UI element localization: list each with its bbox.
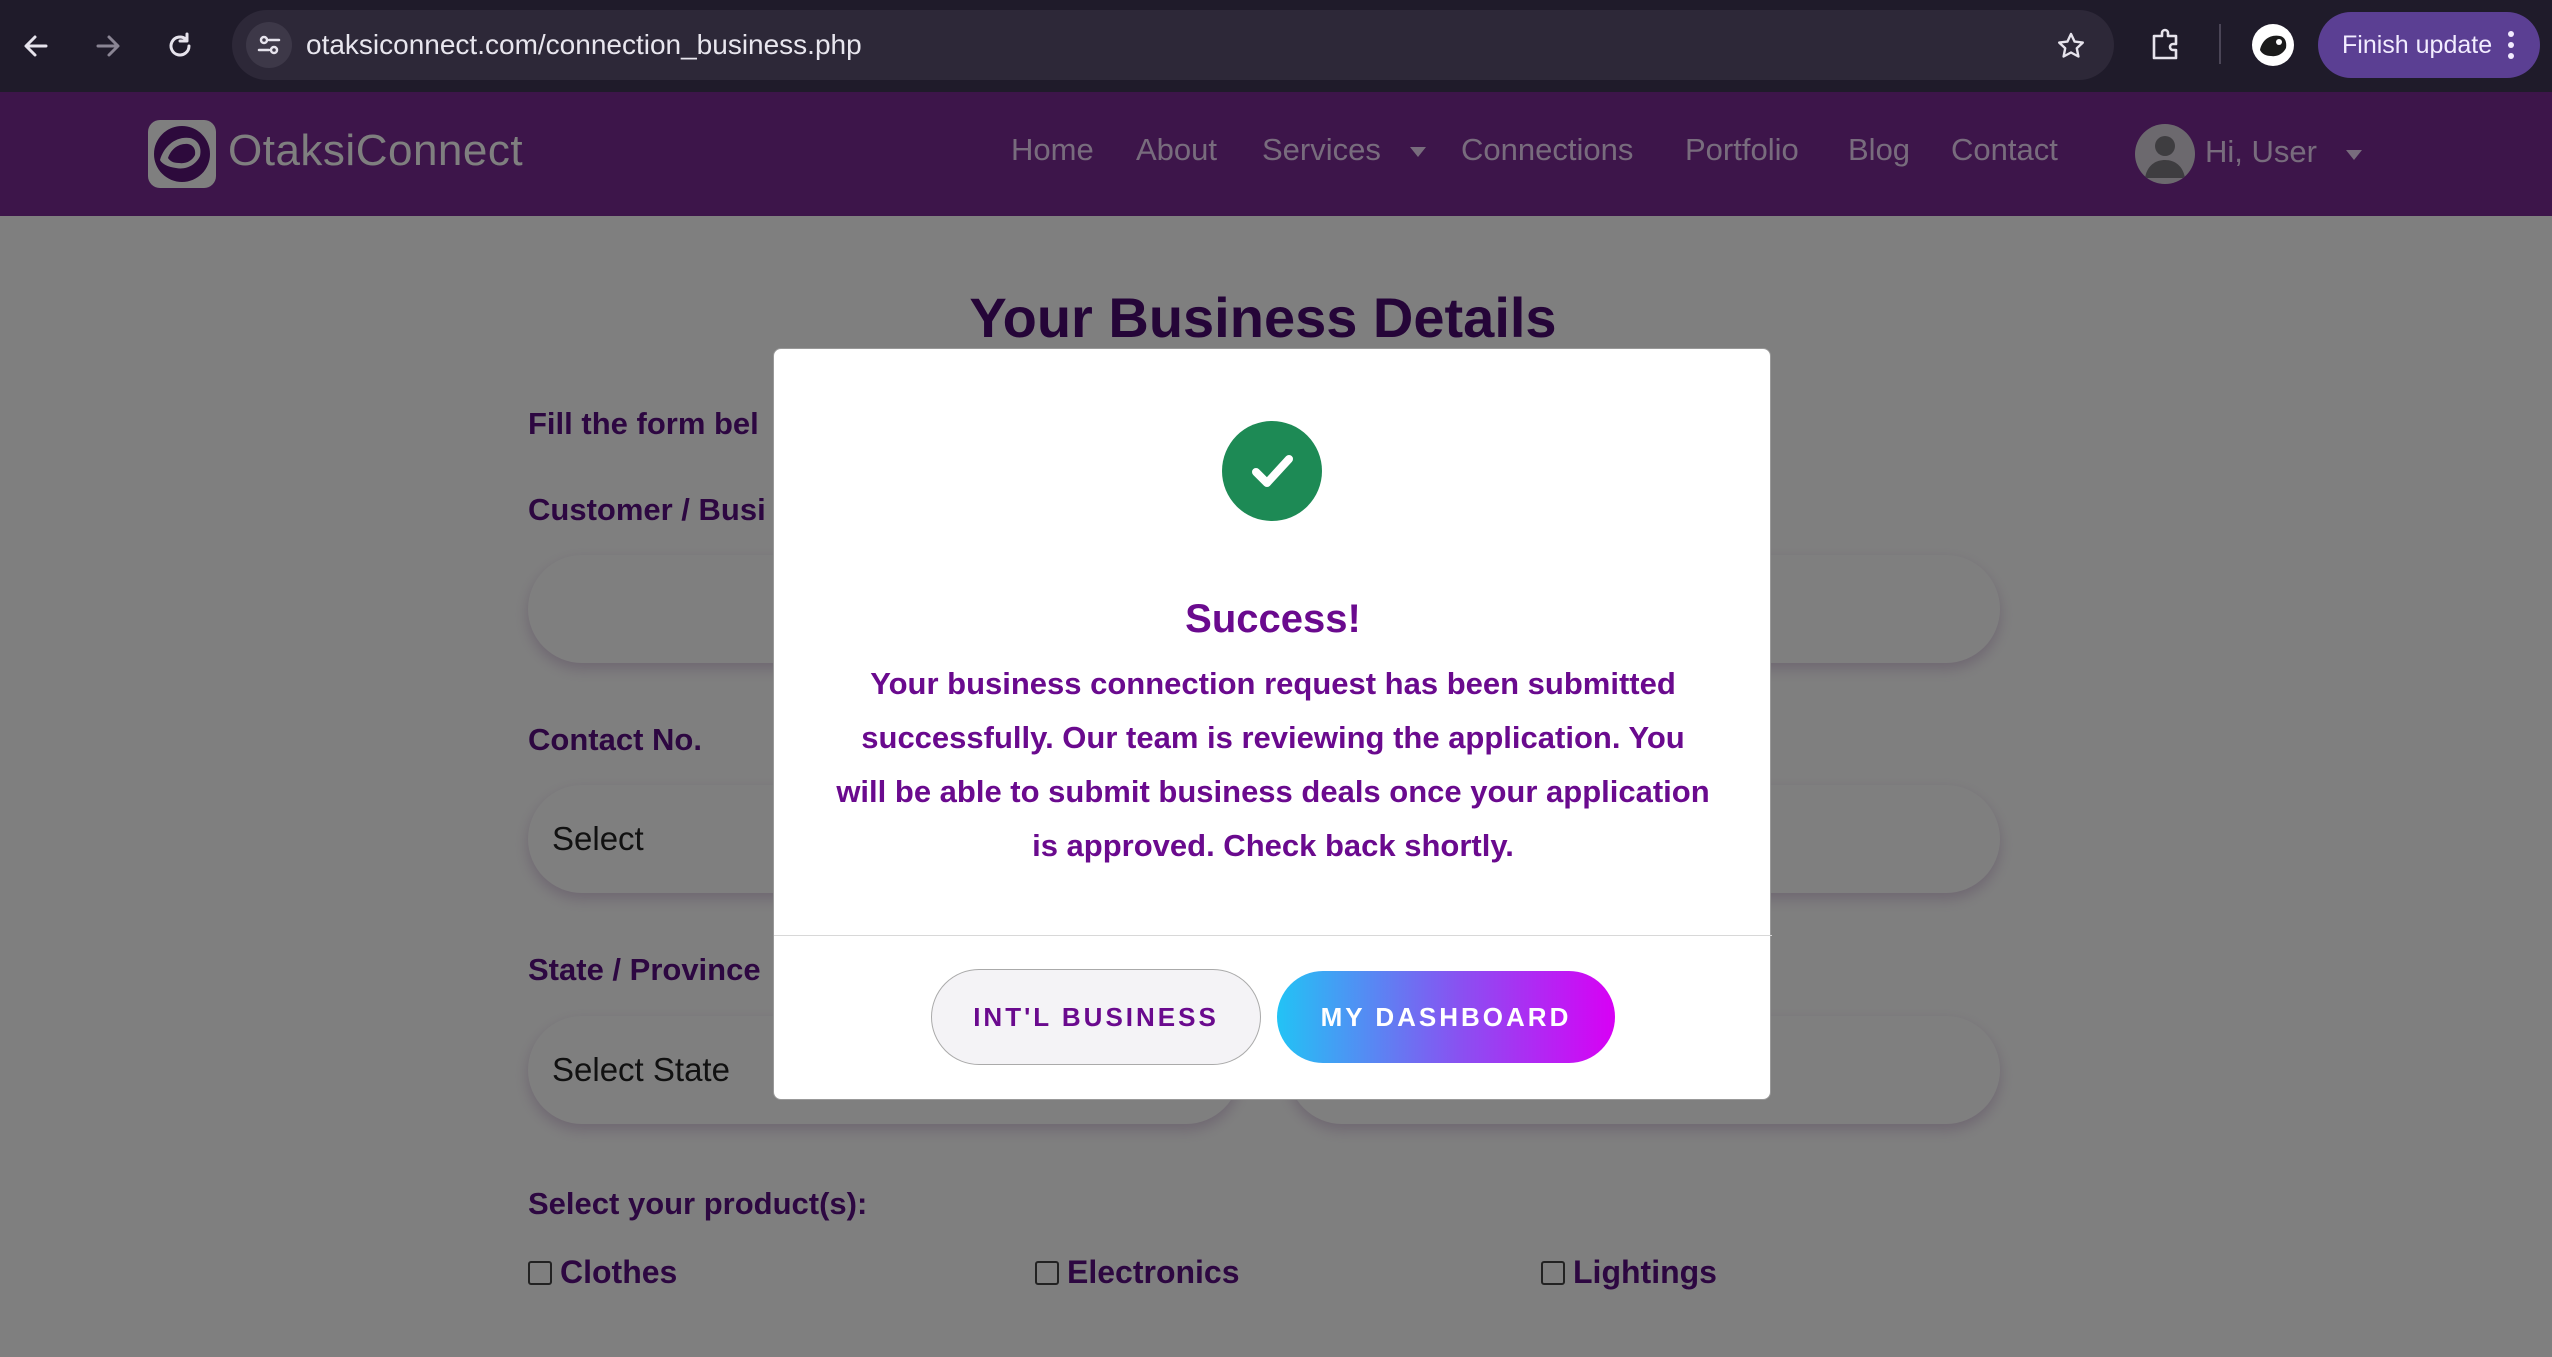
modal-message: Your business connection request has bee… bbox=[836, 666, 1710, 863]
site-info-icon[interactable] bbox=[246, 22, 292, 68]
profile-avatar-icon[interactable] bbox=[2252, 24, 2294, 66]
finish-update-label: Finish update bbox=[2342, 30, 2493, 59]
url-text[interactable]: otaksiconnect.com/connection_business.ph… bbox=[306, 10, 862, 80]
reload-icon[interactable] bbox=[156, 22, 204, 70]
success-modal: Success! Your business connection reques… bbox=[773, 348, 1772, 1100]
forward-icon[interactable] bbox=[84, 22, 132, 70]
modal-title: Success! bbox=[1185, 597, 1361, 641]
success-check-icon bbox=[1222, 421, 1322, 521]
my-dashboard-button[interactable]: MY DASHBOARD bbox=[1277, 971, 1615, 1063]
menu-dots-icon bbox=[2508, 31, 2514, 59]
finish-update-button[interactable]: Finish update bbox=[2318, 12, 2540, 78]
back-icon[interactable] bbox=[12, 22, 60, 70]
browser-toolbar: otaksiconnect.com/connection_business.ph… bbox=[0, 0, 2552, 92]
address-bar[interactable]: otaksiconnect.com/connection_business.ph… bbox=[232, 10, 2114, 80]
toolbar-divider bbox=[2219, 24, 2221, 64]
modal-divider bbox=[774, 935, 1772, 936]
extensions-icon[interactable] bbox=[2146, 24, 2186, 64]
bookmark-star-icon[interactable] bbox=[2056, 31, 2086, 61]
intl-business-button[interactable]: INT'L BUSINESS bbox=[931, 969, 1261, 1065]
